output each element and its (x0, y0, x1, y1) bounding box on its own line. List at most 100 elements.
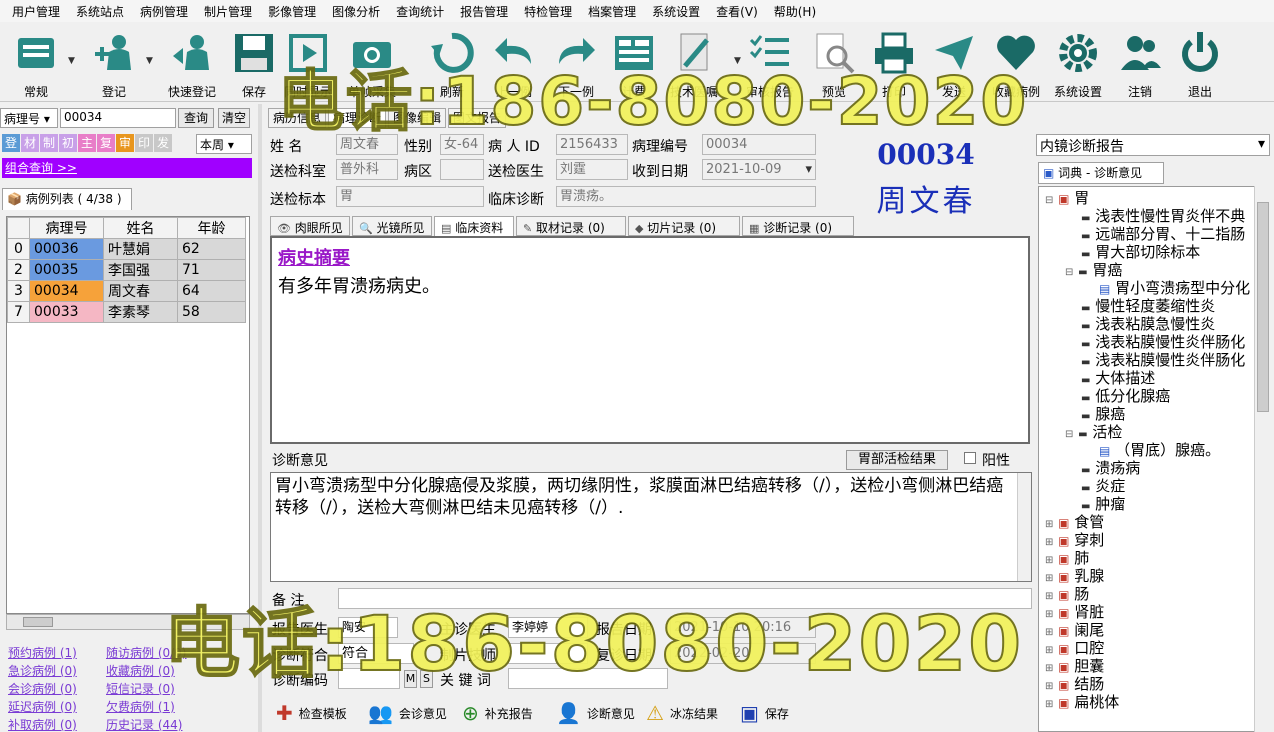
tree-scrollbar[interactable] (1254, 186, 1270, 732)
dept-field[interactable]: 普外科 (336, 159, 398, 180)
action-button-2[interactable]: ⊕ 补充报告 (462, 698, 533, 728)
search-input[interactable]: 00034 (60, 108, 176, 128)
action-button-3[interactable]: 👤 诊断意见 (556, 698, 635, 728)
tab-sub-2[interactable]: ▤ 临床资料 (434, 216, 514, 236)
case-category-link[interactable]: 补取病例 (0) (8, 716, 77, 732)
tree-node[interactable]: ⊞ ▣ 扁桃体 (1045, 691, 1119, 712)
menu-item[interactable]: 查询统计 (388, 3, 452, 20)
cell-path-id[interactable]: 00034 (29, 280, 104, 302)
specimen-field[interactable]: 胃 (336, 186, 484, 207)
scroll-thumb[interactable] (23, 617, 53, 627)
diagnosis-scrollbar[interactable] (1017, 473, 1031, 581)
case-category-link[interactable]: 会诊病例 (0) (8, 680, 77, 697)
case-category-link[interactable]: 历史记录 (44) (106, 716, 182, 732)
case-category-link[interactable]: 延迟病例 (0) (8, 698, 77, 715)
recv-date-field[interactable]: 2021-10-09 ▾ (702, 159, 816, 180)
chevron-down-icon[interactable]: ▾ (805, 160, 812, 179)
status-flag[interactable]: 登 (2, 134, 20, 152)
status-flag[interactable]: 发 (154, 134, 172, 152)
case-category-link[interactable]: 预约病例 (1) (8, 644, 77, 661)
action-button-0[interactable]: ✚ 检查模板 (276, 698, 347, 728)
menu-item[interactable]: 系统设置 (644, 3, 708, 20)
menu-item[interactable]: 特检管理 (516, 3, 580, 20)
positive-checkbox[interactable] (964, 452, 976, 464)
menu-item[interactable]: 档案管理 (580, 3, 644, 20)
toolbar-button-power[interactable]: 退出 (1172, 26, 1228, 100)
action-button-5[interactable]: ▣ 保存 (740, 698, 789, 728)
table-row[interactable]: 3 00034 周文春 64 (7, 280, 246, 302)
col-header-id[interactable]: 病理号 (29, 217, 104, 239)
status-flag[interactable]: 审 (116, 134, 134, 152)
status-flag[interactable]: 制 (40, 134, 58, 152)
case-category-link[interactable]: 急诊病例 (0) (8, 662, 77, 679)
cell-path-id[interactable]: 00036 (29, 238, 104, 260)
cell-name[interactable]: 周文春 (103, 280, 178, 302)
table-row[interactable]: 7 00033 李素琴 58 (7, 301, 246, 323)
query-button[interactable]: 查询 (178, 108, 214, 128)
history-memo[interactable]: 病史摘要 有多年胃溃疡病史。 (270, 236, 1030, 444)
tab-case-list[interactable]: 📦 病例列表 ( 4/38 ) (2, 188, 132, 210)
period-select[interactable]: 本周 ▾ (196, 134, 252, 154)
col-header-age[interactable]: 年龄 (177, 217, 246, 239)
status-flag[interactable]: 复 (97, 134, 115, 152)
tab-sub-0[interactable]: 👁 肉眼所见 (270, 216, 350, 236)
cell-age[interactable]: 64 (177, 280, 246, 302)
cell-path-id[interactable]: 00033 (29, 301, 104, 323)
menu-item[interactable]: 报告管理 (452, 3, 516, 20)
cell-path-id[interactable]: 00035 (29, 259, 104, 281)
menu-item[interactable]: 图像分析 (324, 3, 388, 20)
clinical-field[interactable]: 胃溃疡。 (556, 186, 816, 207)
expand-icon[interactable]: ⊟ (1045, 195, 1053, 206)
cell-name[interactable]: 李国强 (103, 259, 178, 281)
status-flag[interactable]: 主 (78, 134, 96, 152)
tab-sub-3[interactable]: ✎ 取材记录 (0) (516, 216, 626, 236)
status-flag[interactable]: 材 (21, 134, 39, 152)
tab-sub-4[interactable]: ◆ 切片记录 (0) (628, 216, 740, 236)
chevron-down-icon[interactable]: ▾ (1258, 136, 1265, 152)
case-category-link[interactable]: 欠费病例 (1) (106, 698, 175, 715)
action-button-1[interactable]: 👥 会诊意见 (368, 698, 447, 728)
menu-item[interactable]: 制片管理 (196, 3, 260, 20)
status-flag[interactable]: 印 (135, 134, 153, 152)
toolbar-button-users[interactable]: 注销 (1112, 26, 1168, 100)
toolbar-button-add-person[interactable]: 登记 (86, 26, 142, 100)
clear-button[interactable]: 清空 (218, 108, 250, 128)
menu-item[interactable]: 影像管理 (260, 3, 324, 20)
menu-item[interactable]: 系统站点 (68, 3, 132, 20)
menu-item[interactable]: 帮助(H) (766, 3, 824, 20)
dropdown-arrow-icon[interactable]: ▼ (146, 56, 153, 66)
col-header-name[interactable]: 姓名 (103, 217, 178, 239)
tab-sub-5[interactable]: ▦ 诊断记录 (0) (742, 216, 854, 236)
ward-field[interactable] (440, 159, 484, 180)
search-field-select[interactable]: 病理号 ▾ (0, 108, 58, 128)
tree-scroll-thumb[interactable] (1257, 202, 1269, 412)
menu-item[interactable]: 查看(V) (708, 3, 766, 20)
cell-age[interactable]: 58 (177, 301, 246, 323)
tab-sub-1[interactable]: 🔍 光镜所见 (352, 216, 432, 236)
menu-item[interactable]: 病例管理 (132, 3, 196, 20)
status-flag[interactable]: 初 (59, 134, 77, 152)
collapse-icon[interactable]: ⊟ (1065, 267, 1073, 278)
doctor-field[interactable]: 刘霆 (556, 159, 628, 180)
combo-query-bar[interactable]: 组合查询 >> (2, 158, 252, 178)
tab-dictionary[interactable]: ▣ 词典 - 诊断意见 (1038, 162, 1164, 184)
table-row[interactable]: 2 00035 李国强 71 (7, 259, 246, 281)
gastric-biopsy-button[interactable]: 胃部活检结果 (846, 450, 948, 470)
report-type-select[interactable]: 内镜诊断报告 ▾ (1036, 134, 1270, 156)
cell-age[interactable]: 71 (177, 259, 246, 281)
toolbar-button-quick-register[interactable]: 快速登记 (164, 26, 220, 100)
toolbar-button-floppy[interactable]: 保存 (226, 26, 282, 100)
cell-name[interactable]: 叶慧娟 (103, 238, 178, 260)
combo-query-link[interactable]: 组合查询 >> (2, 161, 77, 175)
toolbar-button-form[interactable]: 常规 (8, 26, 64, 100)
cell-name[interactable]: 李素琴 (103, 301, 178, 323)
cell-age[interactable]: 62 (177, 238, 246, 260)
action-button-4[interactable]: ⚠ 冰冻结果 (646, 698, 718, 728)
expand-icon[interactable]: ⊞ (1045, 699, 1053, 710)
table-row[interactable]: 0 00036 叶慧娟 62 (7, 238, 246, 260)
collapse-icon[interactable]: ⊟ (1065, 429, 1073, 440)
dropdown-arrow-icon[interactable]: ▼ (68, 56, 75, 66)
toolbar-button-gear[interactable]: 系统设置 (1050, 26, 1106, 100)
menu-item[interactable]: 用户管理 (4, 3, 68, 20)
diagnosis-memo[interactable]: 胃小弯溃疡型中分化腺癌侵及浆膜，两切缘阴性，浆膜面淋巴结癌转移（/），送检小弯侧… (270, 472, 1032, 582)
